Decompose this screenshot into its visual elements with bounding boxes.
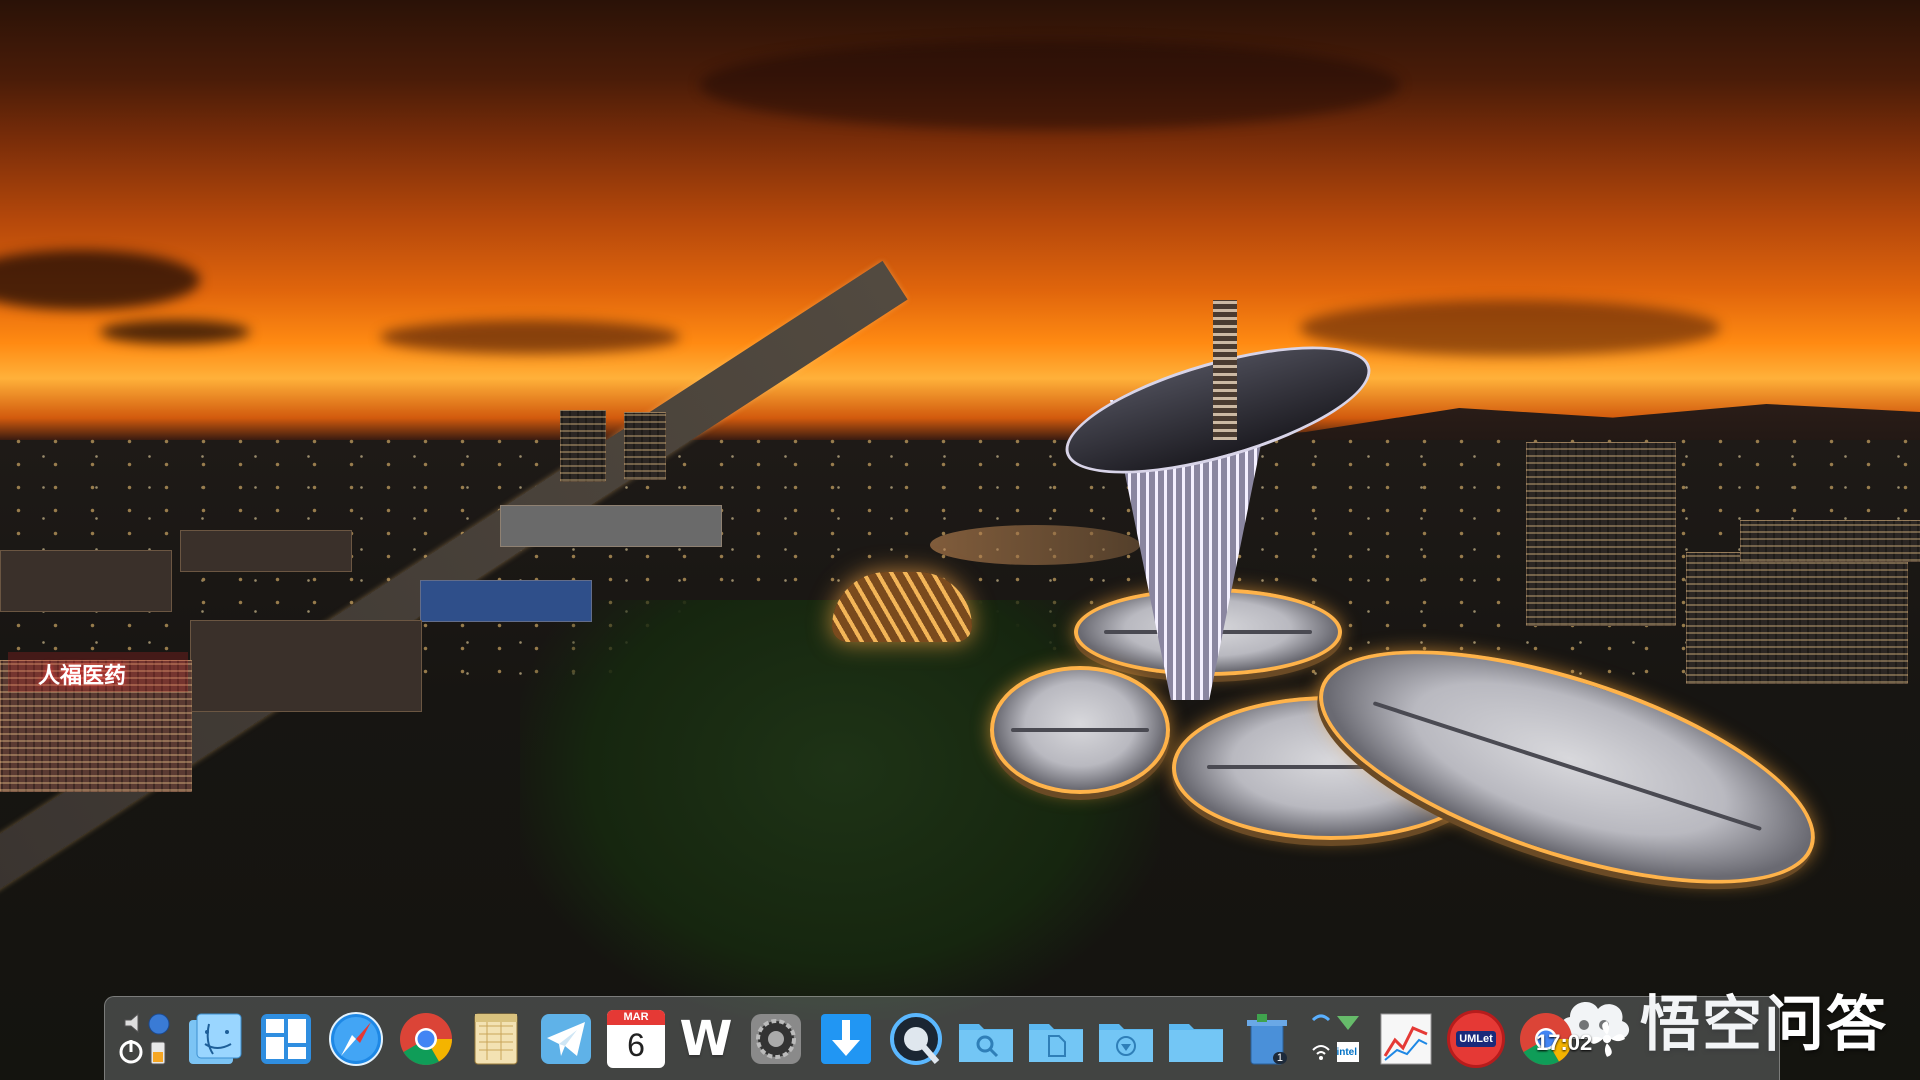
paper-plane-icon — [541, 1013, 591, 1064]
chrome-icon — [400, 1012, 452, 1065]
trash-app[interactable]: 1 — [1237, 1010, 1295, 1068]
download-arrow-icon — [821, 1013, 871, 1064]
ledger-icon — [474, 1013, 518, 1064]
gear-icon — [751, 1013, 801, 1064]
umlet-app[interactable]: UMLet — [1447, 1009, 1505, 1068]
clock-text: 17:02 — [1536, 1030, 1593, 1055]
building — [624, 412, 666, 480]
office-building — [1740, 520, 1920, 562]
cloud — [700, 40, 1400, 130]
folder-download-icon — [1099, 1023, 1153, 1062]
dome-building — [832, 572, 972, 642]
building — [190, 620, 422, 712]
building — [180, 530, 352, 572]
power-volume-cluster-icon — [119, 1012, 170, 1064]
safari-app[interactable] — [327, 1010, 385, 1068]
cloud — [380, 320, 680, 354]
folder-icon — [1169, 1023, 1223, 1062]
downloader-app[interactable] — [817, 1010, 875, 1068]
park — [520, 600, 1160, 1020]
stock-chart-app[interactable] — [1377, 1010, 1435, 1068]
folder-documents[interactable] — [1027, 1010, 1085, 1068]
cloud — [100, 320, 250, 344]
finder-app[interactable] — [187, 1010, 245, 1068]
status-monitor-app[interactable]: intel — [1307, 1010, 1365, 1068]
leaf-roof — [990, 666, 1170, 794]
system-controls[interactable] — [117, 1010, 175, 1068]
calendar-day: 6 — [627, 1026, 645, 1063]
window-grid-icon — [261, 1013, 311, 1064]
office-tower — [1526, 442, 1676, 626]
building-sign: 人福医药 — [8, 652, 188, 692]
network-intel-icon — [1311, 1014, 1359, 1062]
cloud — [1300, 300, 1720, 356]
clock-widget[interactable] — [1587, 1010, 1667, 1068]
lake — [930, 525, 1140, 565]
desktop-wallpaper: 人福医药 — [0, 0, 1920, 1080]
chrome-app[interactable] — [397, 1010, 455, 1068]
telegram-app[interactable] — [537, 1010, 595, 1068]
fan-icon — [1589, 1020, 1625, 1057]
intel-label: intel — [1336, 1046, 1357, 1058]
line-chart-icon — [1380, 1013, 1432, 1064]
folder-search-icon — [959, 1023, 1013, 1062]
umlet-icon: UMLet — [1456, 1030, 1496, 1047]
quicktime-app[interactable] — [887, 1010, 945, 1068]
system-preferences-app[interactable] — [747, 1010, 805, 1068]
office-building — [1686, 552, 1908, 684]
building-sign-text: 人福医药 — [38, 664, 127, 689]
trash-badge: 1 — [1272, 1051, 1287, 1064]
mission-control-app[interactable] — [257, 1010, 315, 1068]
folder-search[interactable] — [957, 1010, 1015, 1068]
building — [420, 580, 592, 622]
compass-icon — [329, 1011, 383, 1066]
building — [560, 410, 606, 482]
dock: MAR 6 W 1 intel UMLet — [104, 996, 1780, 1080]
folder-generic[interactable] — [1167, 1010, 1225, 1068]
q-player-icon — [890, 1012, 942, 1065]
calendar-month: MAR — [607, 1009, 665, 1025]
wps-writer-app[interactable]: W — [677, 1010, 735, 1068]
finder-face-icon — [189, 1013, 242, 1064]
calendar-app[interactable]: MAR 6 — [607, 1009, 665, 1068]
folder-document-icon — [1029, 1023, 1083, 1062]
ledger-app[interactable] — [467, 1010, 525, 1068]
folder-downloads[interactable] — [1097, 1010, 1155, 1068]
calendar-icon: MAR 6 — [607, 1009, 665, 1068]
building — [0, 550, 172, 612]
w-letter-icon: W — [679, 1010, 733, 1067]
antenna — [1213, 300, 1237, 440]
building — [500, 505, 722, 547]
